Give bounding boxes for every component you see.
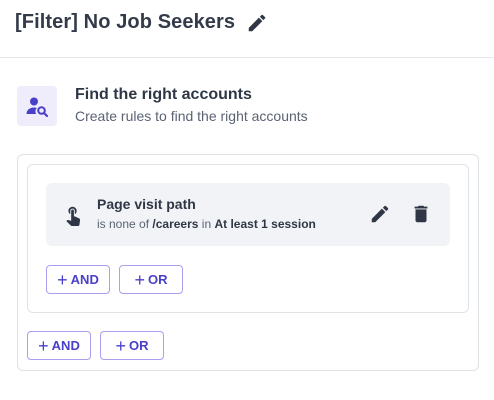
section-title: Find the right accounts [75,86,252,103]
edit-rule-pencil-icon[interactable] [369,203,391,225]
add-or-group-button[interactable]: + OR [100,331,164,360]
add-or-group-label: OR [129,338,149,353]
edit-title-pencil-icon[interactable] [246,12,268,34]
rule-description: is none of /careers in At least 1 sessio… [97,217,316,231]
rule-operator: is none of [97,217,150,231]
page-title: [Filter] No Job Seekers [15,11,236,33]
add-and-group-label: AND [51,338,80,353]
page-header: [Filter] No Job Seekers [0,0,494,58]
rule-title: Page visit path [97,196,196,212]
add-and-group-button[interactable]: + AND [27,331,91,360]
add-and-rule-button[interactable]: + AND [46,265,110,294]
rule-value: /careers [152,217,199,231]
add-or-label: OR [148,272,168,287]
pointer-hand-icon [62,204,84,226]
add-or-rule-button[interactable]: + OR [119,265,183,294]
plus-icon: + [38,335,49,356]
rule-card: Page visit path is none of /careers in A… [46,183,450,246]
plus-icon: + [57,269,68,290]
plus-icon: + [115,335,126,356]
delete-rule-trash-icon[interactable] [410,203,432,225]
rule-scope: At least 1 session [214,217,316,231]
add-and-label: AND [70,272,99,287]
plus-icon: + [134,269,145,290]
section-subtitle: Create rules to find the right accounts [75,108,308,124]
rule-connector: in [201,217,212,231]
user-search-icon [17,86,57,126]
